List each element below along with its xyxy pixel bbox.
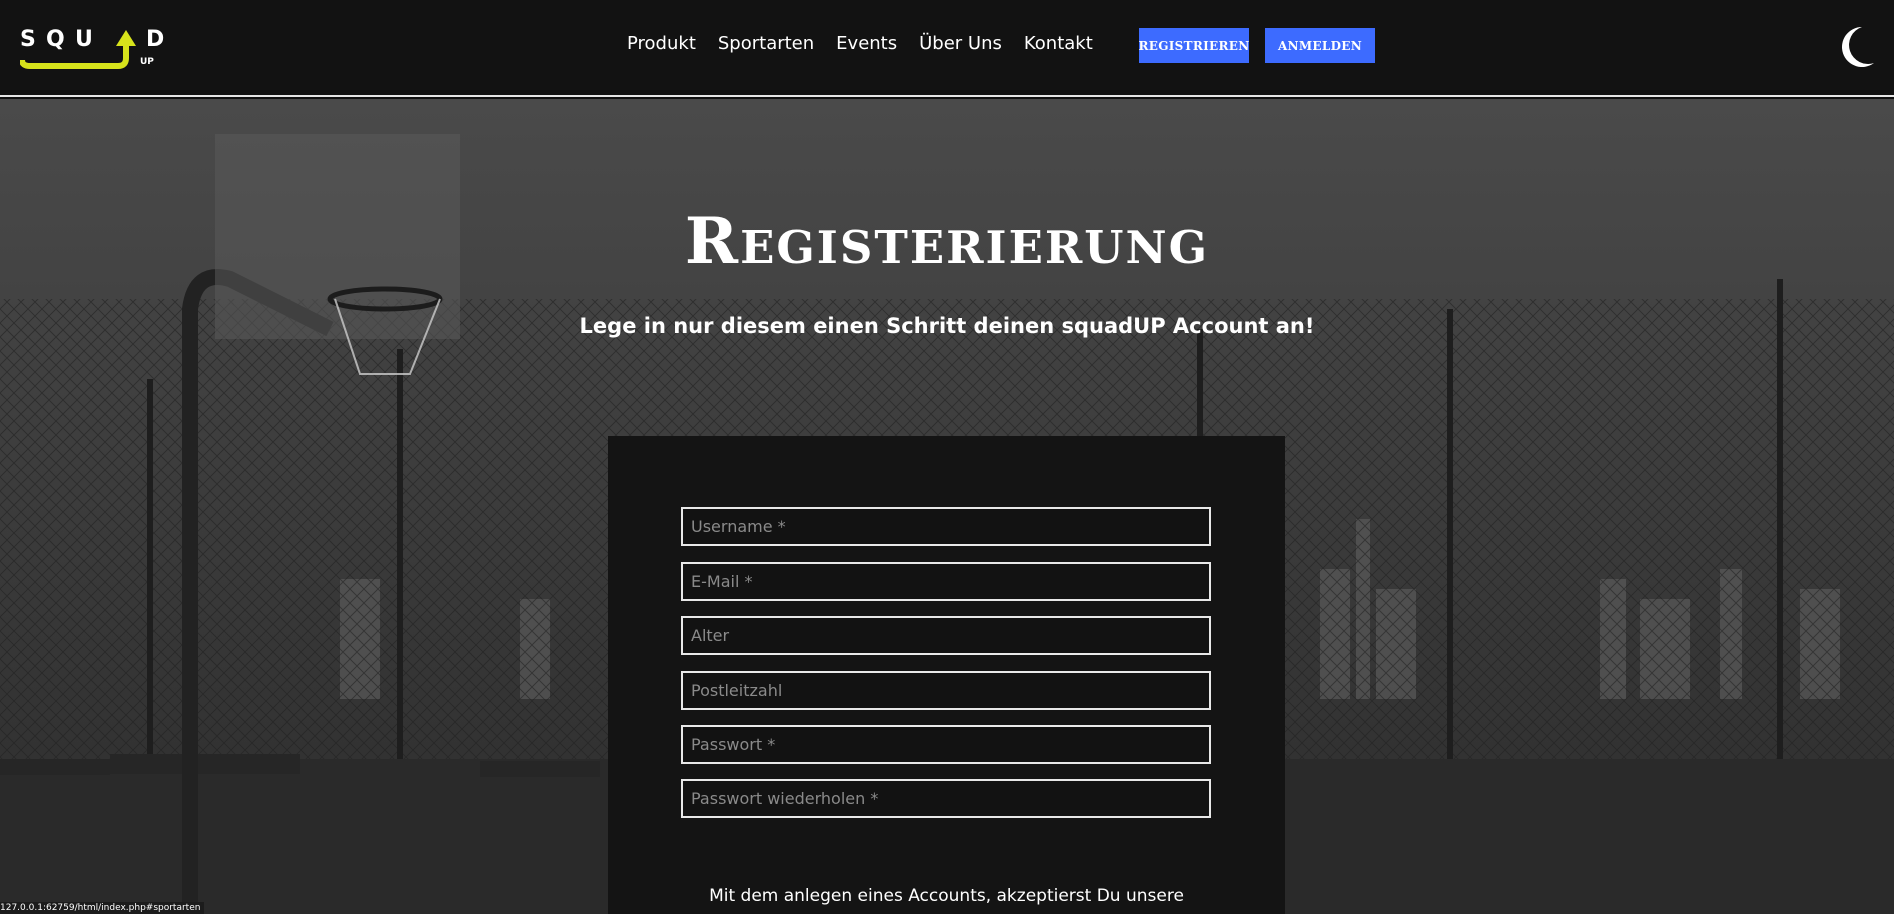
age-input[interactable] bbox=[681, 616, 1211, 655]
nav-ueber-uns[interactable]: Über Uns bbox=[919, 30, 1002, 58]
logo-arrow-head bbox=[116, 30, 136, 46]
password-repeat-input[interactable] bbox=[681, 779, 1211, 818]
register-button[interactable]: Registrieren bbox=[1139, 28, 1249, 63]
squadup-logo[interactable]: S Q U D UP bbox=[20, 22, 170, 70]
status-bar-url: 127.0.0.1:62759/html/index.php#sportarte… bbox=[0, 902, 205, 914]
main-nav: Produkt Sportarten Events Über Uns Konta… bbox=[627, 30, 1093, 58]
page-title: Registerierung bbox=[684, 204, 1210, 279]
logo-letter-s: S bbox=[20, 27, 36, 52]
logo-arrow-path bbox=[20, 44, 129, 69]
logo-letter-q: Q bbox=[46, 27, 65, 52]
zip-code-input[interactable] bbox=[681, 671, 1211, 710]
logo-letter-d: D bbox=[146, 27, 164, 52]
logo-letter-u: U bbox=[75, 27, 93, 52]
nav-kontakt[interactable]: Kontakt bbox=[1024, 30, 1093, 58]
nav-produkt[interactable]: Produkt bbox=[627, 30, 696, 58]
terms-notice: Mit dem anlegen eines Accounts, akzeptie… bbox=[709, 886, 1184, 906]
registration-hero: Registerierung Lege in nur diesem einen … bbox=[0, 99, 1894, 914]
logo-up: UP bbox=[140, 57, 154, 67]
moon-icon[interactable] bbox=[1836, 25, 1876, 67]
page-subtitle: Lege in nur diesem einen Schritt deinen … bbox=[579, 314, 1315, 338]
username-input[interactable] bbox=[681, 507, 1211, 546]
email-input[interactable] bbox=[681, 562, 1211, 601]
top-navigation-bar: S Q U D UP Produkt Sportarten Events Übe… bbox=[0, 0, 1894, 97]
login-button[interactable]: Anmelden bbox=[1265, 28, 1375, 63]
nav-events[interactable]: Events bbox=[836, 30, 897, 58]
nav-sportarten[interactable]: Sportarten bbox=[718, 30, 814, 58]
registration-form: Mit dem anlegen eines Accounts, akzeptie… bbox=[608, 436, 1285, 914]
password-input[interactable] bbox=[681, 725, 1211, 764]
